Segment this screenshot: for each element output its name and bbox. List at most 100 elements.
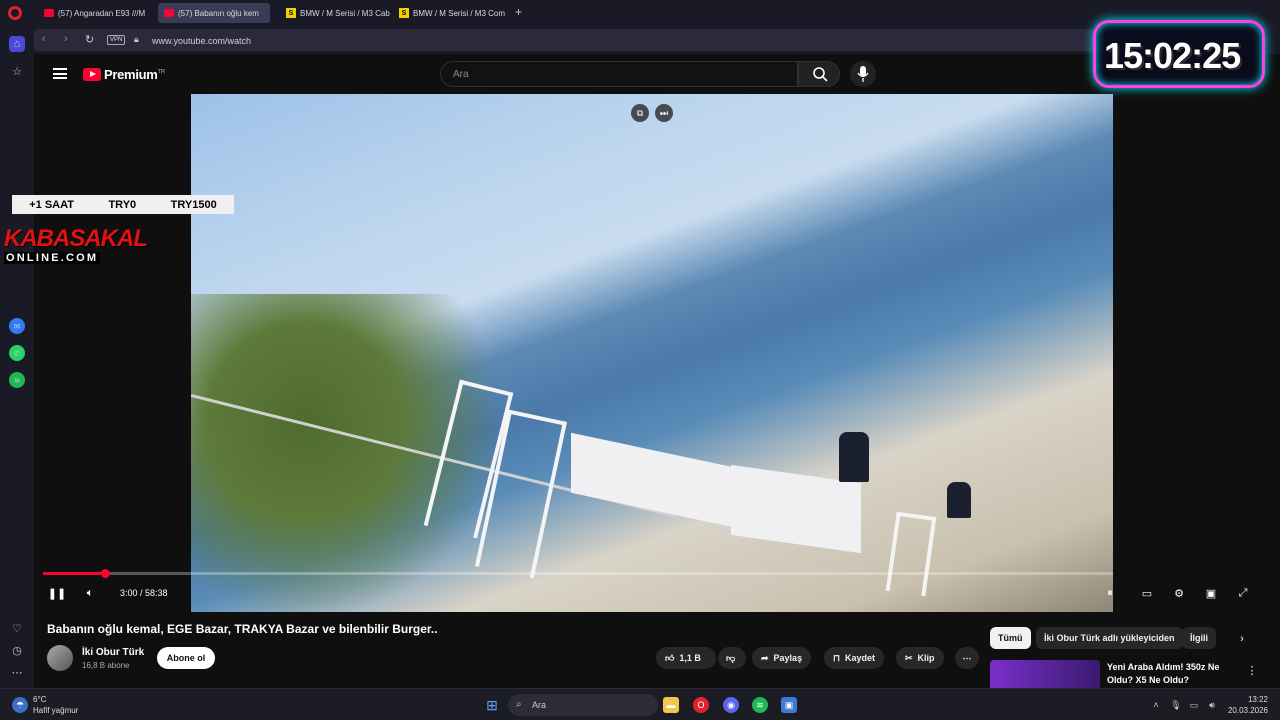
voice-search-button[interactable] [850,61,876,87]
network-icon[interactable]: ▭ [1186,697,1202,713]
video-chair [885,511,937,597]
theater-mode-icon[interactable]: ▣ [1202,584,1220,602]
dislike-button[interactable]: 👎︎ [718,647,746,669]
fullscreen-icon[interactable]: ⤢ [1234,584,1252,602]
browser-tab-2[interactable]: (57) Babanın oğlu kem [158,3,270,23]
like-button[interactable]: 👍︎ 1,1 B [656,647,716,669]
stream-label: TRY1500 [170,198,217,211]
share-button[interactable]: ➦ Paylaş [752,647,812,669]
discord-icon[interactable]: ◉ [723,697,739,713]
brand-logo-sub: ONLINE.COM [4,252,101,264]
clip-label: Klip [917,653,935,663]
clock-time: 15:02:25 [1104,35,1241,76]
region-code: TR [157,69,166,76]
skip-icon[interactable]: ⏭ [655,104,673,122]
lock-icon: 🔒︎ [134,34,139,44]
youtube-premium-logo[interactable]: PremiumTR [104,67,165,82]
vpn-badge[interactable]: VPN [107,35,126,45]
tab-label: BMW / M Serisi / M3 Com [413,8,506,18]
stream-info-bar: +1 SAAT TRY0 TRY1500 [12,195,234,214]
spotify-taskbar-icon[interactable]: ≋ [752,697,768,713]
tab-label: BMW / M Serisi / M3 Cab [300,8,390,18]
related-more-icon[interactable]: ⋮ [1244,661,1260,679]
forward-icon[interactable]: › [64,33,68,45]
stream-label: TRY0 [108,198,137,211]
like-count: 1,1 B [679,653,701,663]
more-actions-button[interactable]: ⋯ [955,647,979,669]
related-video-thumbnail[interactable] [990,660,1100,690]
messenger-icon[interactable]: ✉ [9,318,25,334]
stream-clock: 15:02:25 [1093,20,1265,88]
weather-temp: 6°C [33,695,47,704]
whatsapp-icon[interactable]: ✆ [9,345,25,361]
browser-tab-bar: (57) Angaradan E93 ///M (57) Babanın oğl… [0,0,1280,26]
weather-widget[interactable]: 6°C Hafif yağmur [33,694,78,716]
save-button[interactable]: ⊓ Kaydet [824,647,885,669]
youtube-favicon-icon [44,9,54,17]
menu-icon[interactable] [53,68,67,79]
chip-all[interactable]: Tümü [990,627,1031,649]
share-label: Paylaş [773,653,803,663]
weather-icon[interactable]: ☂ [12,697,28,713]
search-icon [813,67,828,82]
subtitles-icon[interactable]: ▭ [1138,584,1156,602]
stream-label: +1 SAAT [29,198,74,211]
search-input[interactable]: Ara [440,61,798,87]
miniplayer-icon[interactable]: ⧉ [631,104,649,122]
progress-bar-fill [43,572,106,575]
speaker-icon[interactable]: 🔊︎ [1204,697,1220,713]
spotify-icon[interactable]: ≋ [9,372,25,388]
browser-tab-1[interactable]: (57) Angaradan E93 ///M [38,3,154,23]
windows-start-icon[interactable]: ⊞ [484,697,500,713]
heart-icon[interactable]: ♡ [9,620,25,636]
tab-label: (57) Angaradan E93 ///M [58,8,146,18]
tray-chevron-up-icon[interactable]: ˄ [1148,697,1164,713]
sahibinden-favicon-icon: S [286,8,296,18]
video-person [839,432,869,482]
opera-taskbar-icon[interactable]: O [693,697,709,713]
taskbar-date: 20.03.2026 [1227,706,1268,715]
url-input[interactable]: www.youtube.com/watch [152,36,251,46]
save-label: Kaydet [845,653,876,663]
thumbs-down-icon: 👎︎ [726,652,736,663]
new-tab-icon[interactable]: + [515,5,522,19]
logo-text: Premium [104,67,158,82]
chevron-right-icon[interactable]: › [1234,630,1250,648]
file-explorer-icon[interactable]: ▬ [663,697,679,713]
more-dots-icon: ⋯ [962,652,972,663]
autoplay-toggle-icon[interactable]: ⏸ [1102,584,1118,602]
app-taskbar-icon[interactable]: ▣ [781,697,797,713]
chip-related[interactable]: İlgili [1182,627,1216,649]
related-video-title[interactable]: Yeni Araba Aldım! 350z Ne Oldu? X5 Ne Ol… [1107,661,1237,687]
youtube-logo-icon[interactable] [83,68,101,81]
back-icon[interactable]: ‹ [42,33,46,45]
taskbar-clock[interactable]: 13:22 20.03.2026 [1226,694,1268,716]
taskbar-search[interactable]: ⌕ Ara [508,694,658,716]
chip-uploader[interactable]: İki Obur Türk adlı yükleyiciden [1036,627,1183,649]
settings-gear-icon[interactable]: ⚙ [1170,584,1188,602]
share-icon: ➦ [761,652,769,663]
history-icon[interactable]: ◷ [9,642,25,658]
youtube-favicon-icon [164,9,174,17]
home-icon[interactable]: ⌂ [9,36,25,52]
search-button[interactable] [798,61,840,87]
progress-bar[interactable] [43,572,1113,575]
reload-icon[interactable]: ↻ [85,33,94,46]
channel-name[interactable]: İki Obur Türk [82,647,144,658]
more-icon[interactable]: ⋯ [9,664,25,680]
channel-avatar[interactable] [47,645,73,671]
microphone-tray-icon[interactable]: 🎙︎ [1168,697,1184,713]
url-field-container: ‹ › ↻ VPN 🔒︎ www.youtube.com/watch [34,29,1104,51]
clip-button[interactable]: ✂ Klip [896,647,944,669]
browser-tab-4[interactable]: S BMW / M Serisi / M3 Com [393,3,508,23]
microphone-icon [857,66,869,82]
star-icon[interactable]: ☆ [9,63,25,79]
opera-logo-icon[interactable] [8,6,22,20]
progress-knob[interactable] [101,569,111,578]
browser-tab-3[interactable]: S BMW / M Serisi / M3 Cab [280,3,392,23]
pause-icon[interactable]: ❚❚ [48,584,66,602]
video-player[interactable]: ⧉ ⏭ [191,94,1113,612]
subscribe-button[interactable]: Abone ol [157,647,215,669]
volume-icon[interactable]: 🔈︎ [82,584,98,602]
subscriber-count: 16,8 B abone [82,661,130,670]
